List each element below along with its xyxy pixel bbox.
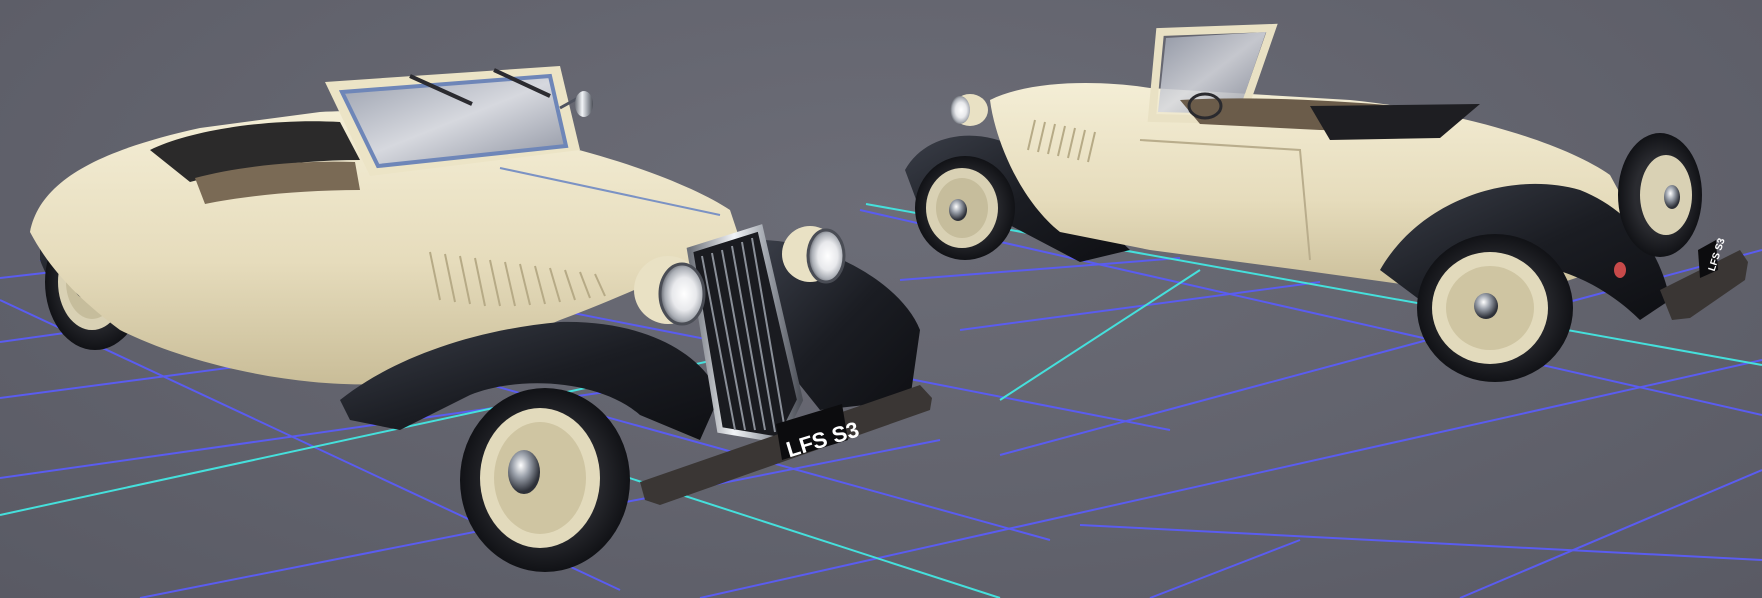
rear-wheel [1417, 234, 1573, 382]
spare-wheel [1618, 133, 1702, 257]
car-rear-three-quarter[interactable]: LFS S3 [905, 23, 1748, 382]
headlamp-right [782, 226, 846, 284]
3d-viewport[interactable]: LFS S3 LFS S3 [0, 0, 1762, 598]
front-wheel [915, 156, 1015, 260]
car-front-three-quarter[interactable]: LFS S3 [30, 66, 932, 572]
headlamp [950, 94, 988, 126]
tail-light [1614, 262, 1626, 278]
front-wheel [460, 388, 630, 572]
scene-canvas: LFS S3 LFS S3 [0, 23, 1762, 598]
